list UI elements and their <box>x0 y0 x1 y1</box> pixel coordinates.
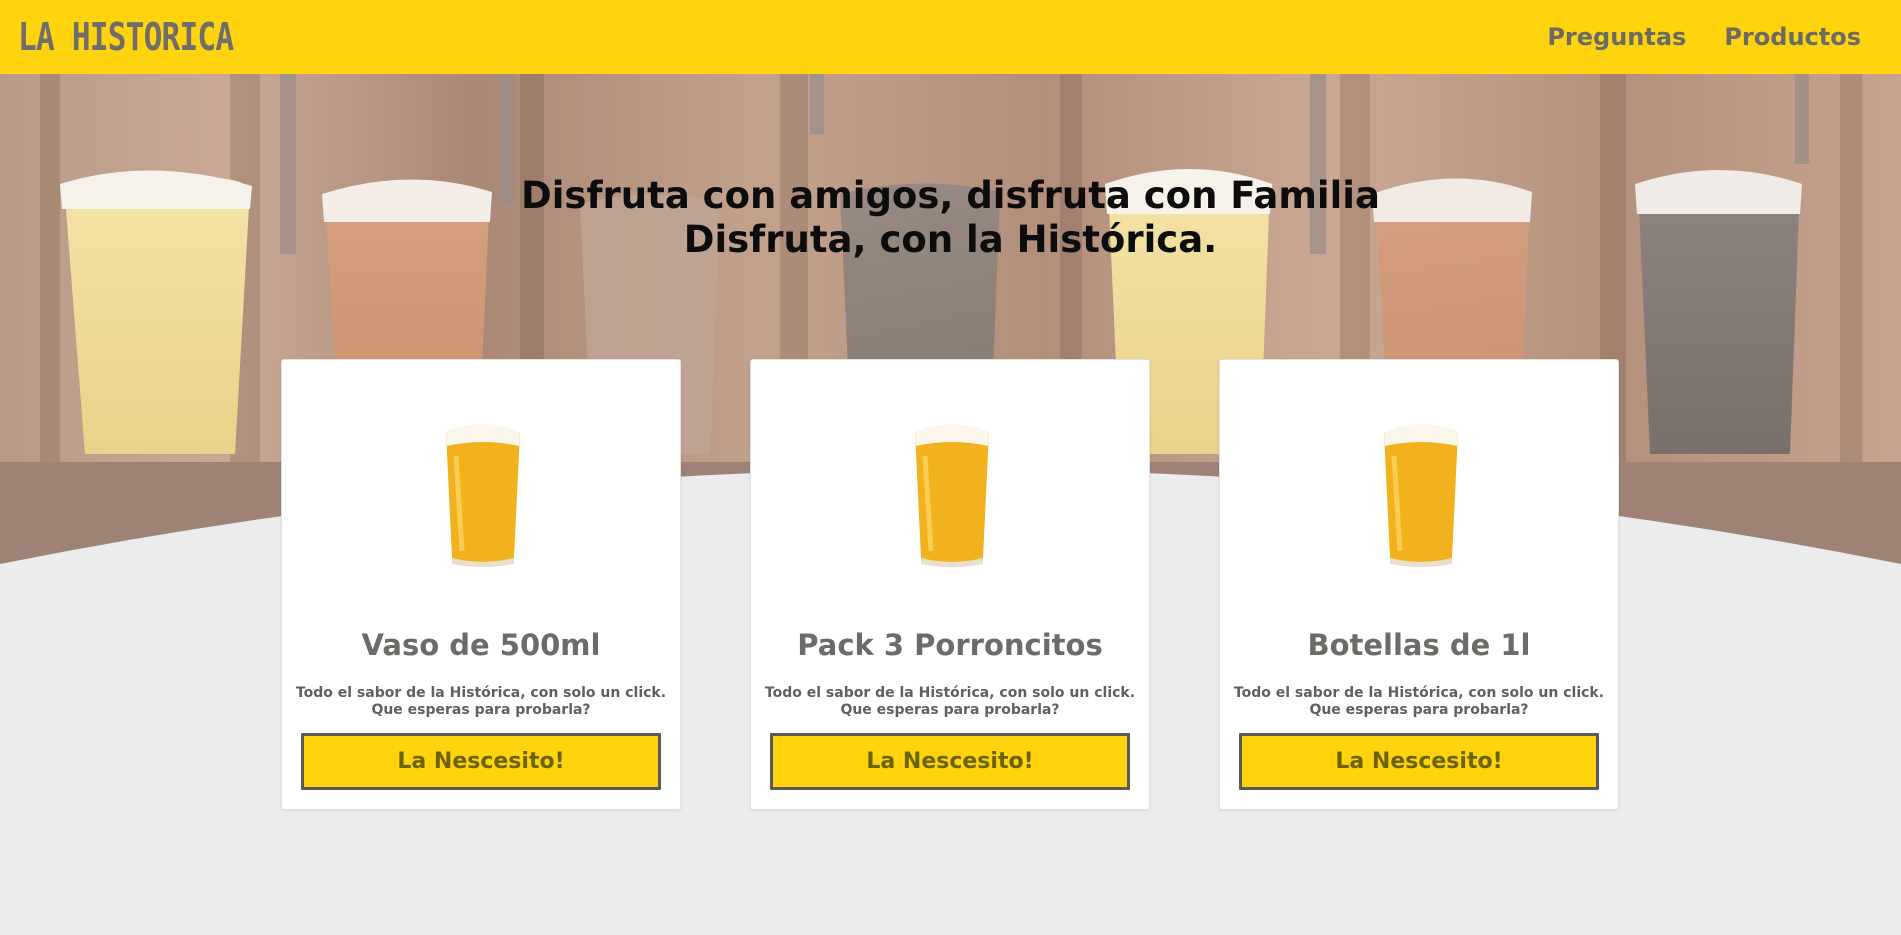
nav-link-productos[interactable]: Productos <box>1724 23 1861 51</box>
product-description-line-2: Que esperas para probarla? <box>1309 702 1529 718</box>
beer-glass-image <box>915 424 989 567</box>
beer-glass-image <box>1384 424 1458 567</box>
product-description: Todo el sabor de la Histórica, con solo … <box>1220 685 1618 719</box>
navbar: LA HISTORICA Preguntas Productos <box>0 0 1901 74</box>
product-description-line-1: Todo el sabor de la Histórica, con solo … <box>295 685 667 701</box>
product-description-line-1: Todo el sabor de la Histórica, con solo … <box>764 685 1136 701</box>
product-description: Todo el sabor de la Histórica, con solo … <box>751 685 1149 719</box>
buy-button-botellas[interactable]: La Nescesito! <box>1239 733 1599 790</box>
product-description-line-2: Que esperas para probarla? <box>371 702 591 718</box>
buy-button-pack[interactable]: La Nescesito! <box>770 733 1130 790</box>
hero-title: Disfruta con amigos, disfruta con Famili… <box>0 174 1901 262</box>
product-description: Todo el sabor de la Histórica, con solo … <box>282 685 680 719</box>
hero-title-line-1: Disfruta con amigos, disfruta con Famili… <box>521 174 1380 217</box>
product-card-pack: Pack 3 Porroncitos Todo el sabor de la H… <box>750 359 1150 810</box>
product-title: Botellas de 1l <box>1307 628 1531 662</box>
buy-button-vaso[interactable]: La Nescesito! <box>301 733 661 790</box>
product-cards: Vaso de 500ml Todo el sabor de la Histór… <box>281 359 1619 810</box>
beer-glass-image <box>446 424 520 567</box>
product-card-vaso: Vaso de 500ml Todo el sabor de la Histór… <box>281 359 681 810</box>
hero-title-line-2: Disfruta, con la Histórica. <box>683 218 1218 261</box>
product-description-line-1: Todo el sabor de la Histórica, con solo … <box>1233 685 1605 701</box>
nav-links: Preguntas Productos <box>1547 23 1861 51</box>
logo[interactable]: LA HISTORICA <box>18 15 234 59</box>
nav-link-preguntas[interactable]: Preguntas <box>1547 23 1686 51</box>
product-description-line-2: Que esperas para probarla? <box>840 702 1060 718</box>
product-title: Vaso de 500ml <box>361 628 601 662</box>
product-card-botellas: Botellas de 1l Todo el sabor de la Histó… <box>1219 359 1619 810</box>
product-title: Pack 3 Porroncitos <box>797 628 1103 662</box>
